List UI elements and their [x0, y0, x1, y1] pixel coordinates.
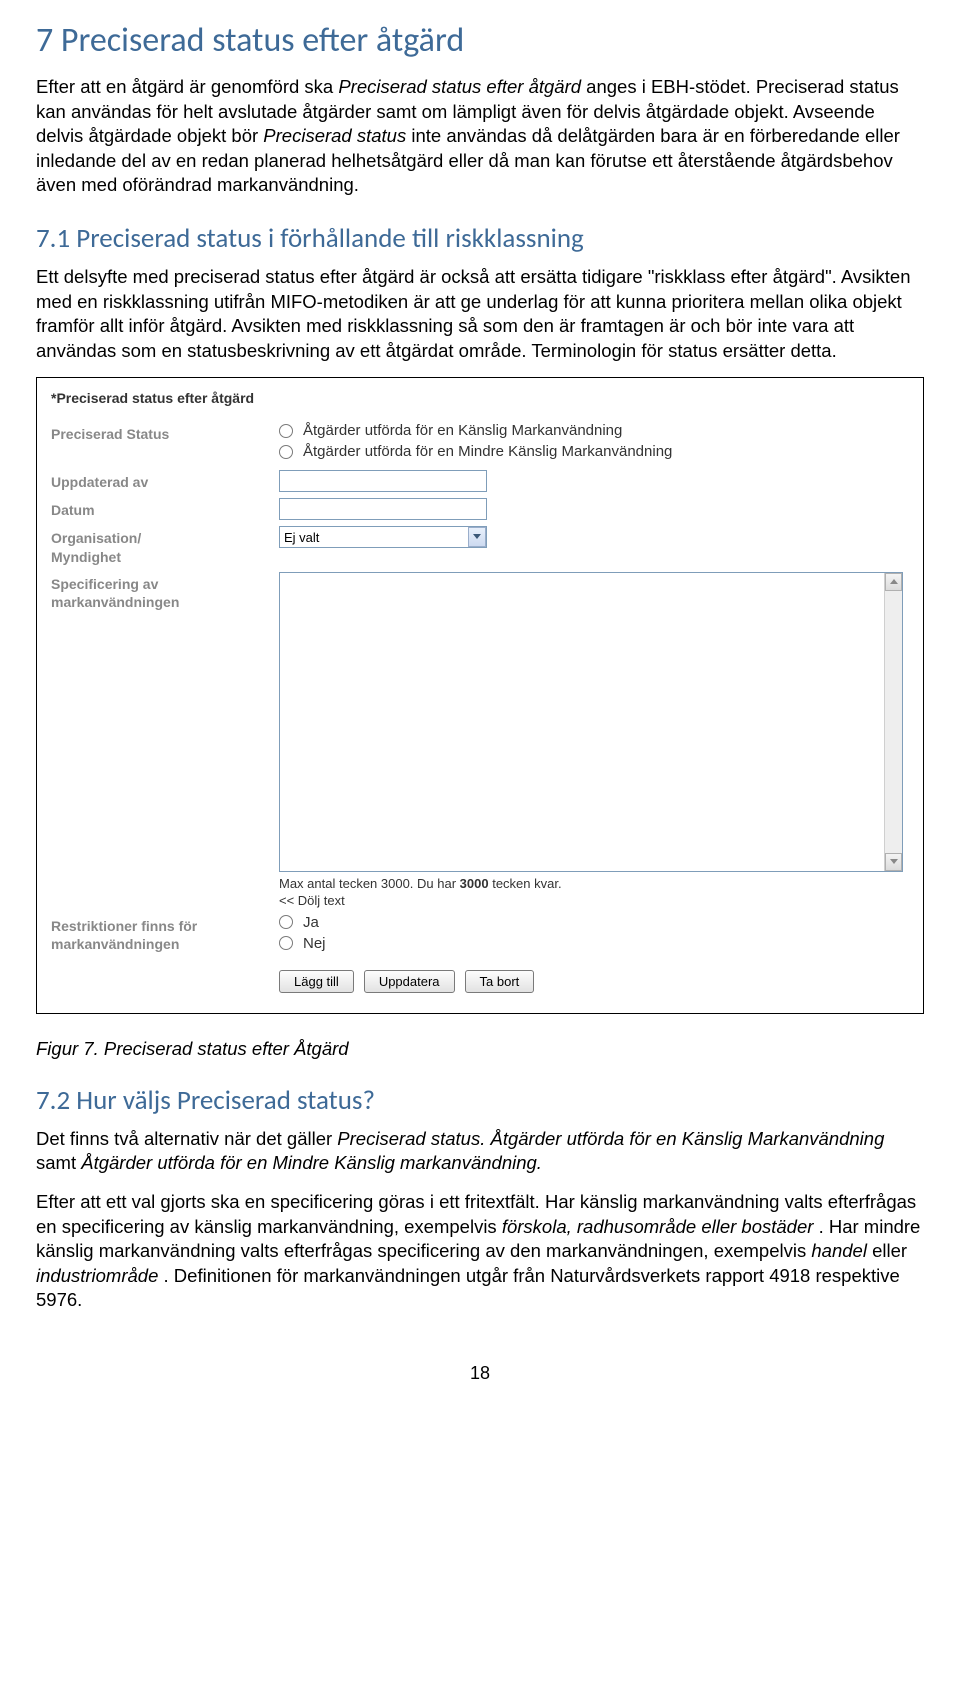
para-7-intro: Efter att en åtgärd är genomförd ska Pre…: [36, 75, 924, 198]
label-specificering: Specificering av markanvändningen: [51, 572, 279, 611]
form-title: *Preciserad status efter åtgärd: [51, 390, 913, 406]
heading-7-2: 7.2 Hur väljs Preciserad status?: [36, 1084, 924, 1117]
para-7-2-a: Det finns två alternativ när det gäller …: [36, 1127, 924, 1176]
text: Efter att en åtgärd är genomförd ska: [36, 76, 338, 97]
uppdaterad-av-input[interactable]: [279, 470, 487, 492]
radio-option-mindre-kanslig[interactable]: Åtgärder utförda för en Mindre Känslig M…: [279, 443, 913, 460]
para-7-2-b: Efter att ett val gjorts ska en specific…: [36, 1190, 924, 1313]
radio-label: Åtgärder utförda för en Mindre Känslig M…: [303, 443, 672, 460]
text: Det finns två alternativ när det gäller: [36, 1128, 337, 1149]
hide-text-link[interactable]: << Dölj text: [279, 893, 913, 908]
heading-7-1: 7.1 Preciserad status i förhållande till…: [36, 222, 924, 255]
text-italic: Preciserad status efter åtgärd: [338, 76, 581, 97]
select-value: Ej valt: [284, 530, 319, 545]
text: tecken kvar.: [489, 876, 562, 891]
update-button[interactable]: Uppdatera: [364, 970, 455, 993]
scroll-down-icon[interactable]: [885, 853, 902, 871]
datum-input[interactable]: [279, 498, 487, 520]
text: Myndighet: [51, 549, 121, 565]
text-italic: Åtgärder utförda för en Mindre Känslig m…: [81, 1152, 542, 1173]
text: markanvändningen: [51, 936, 179, 952]
text: Restriktioner finns för: [51, 918, 197, 934]
para-7-1: Ett delsyfte med preciserad status efter…: [36, 265, 924, 363]
text-italic: förskola, radhusområde eller bostäder: [502, 1216, 814, 1237]
text: . Definitionen för markanvändningen utgå…: [36, 1265, 900, 1311]
char-count: 3000: [460, 876, 489, 891]
add-button[interactable]: Lägg till: [279, 970, 354, 993]
text-italic: Preciserad status: [263, 125, 406, 146]
remove-button[interactable]: Ta bort: [465, 970, 535, 993]
char-count-hint: Max antal tecken 3000. Du har 3000 tecke…: [279, 876, 913, 891]
text: Max antal tecken 3000. Du har: [279, 876, 460, 891]
radio-icon: [279, 445, 293, 459]
radio-option-ja[interactable]: Ja: [279, 914, 913, 931]
radio-option-nej[interactable]: Nej: [279, 935, 913, 952]
radio-label: Åtgärder utförda för en Känslig Markanvä…: [303, 422, 622, 439]
specificering-textarea[interactable]: [279, 572, 903, 872]
label-restriktioner: Restriktioner finns för markanvändningen: [51, 914, 279, 953]
text: Specificering av: [51, 576, 158, 592]
chevron-down-icon: [468, 527, 486, 547]
organisation-select[interactable]: Ej valt: [279, 526, 487, 548]
label-organisation: Organisation/ Myndighet: [51, 526, 279, 565]
label-preciserad-status: Preciserad Status: [51, 422, 279, 443]
text-italic: Preciserad status. Åtgärder utförda för …: [337, 1128, 884, 1149]
text: Organisation/: [51, 530, 141, 546]
text: eller: [872, 1240, 907, 1261]
spacer: [51, 962, 279, 965]
radio-label: Ja: [303, 914, 319, 931]
radio-option-kanslig[interactable]: Åtgärder utförda för en Känslig Markanvä…: [279, 422, 913, 439]
page-number: 18: [36, 1363, 924, 1384]
label-uppdaterad-av: Uppdaterad av: [51, 470, 279, 491]
scroll-up-icon[interactable]: [885, 573, 902, 591]
text-italic: industriområde: [36, 1265, 158, 1286]
radio-icon: [279, 936, 293, 950]
text: samt: [36, 1152, 81, 1173]
label-datum: Datum: [51, 498, 279, 519]
text-italic: handel: [811, 1240, 867, 1261]
radio-icon: [279, 424, 293, 438]
form-screenshot: *Preciserad status efter åtgärd Preciser…: [36, 377, 924, 1013]
figure-caption: Figur 7. Preciserad status efter Åtgärd: [36, 1038, 924, 1060]
radio-icon: [279, 915, 293, 929]
scrollbar[interactable]: [884, 573, 902, 871]
heading-7: 7 Preciserad status efter åtgärd: [36, 20, 924, 61]
radio-label: Nej: [303, 935, 326, 952]
text: markanvändningen: [51, 594, 179, 610]
